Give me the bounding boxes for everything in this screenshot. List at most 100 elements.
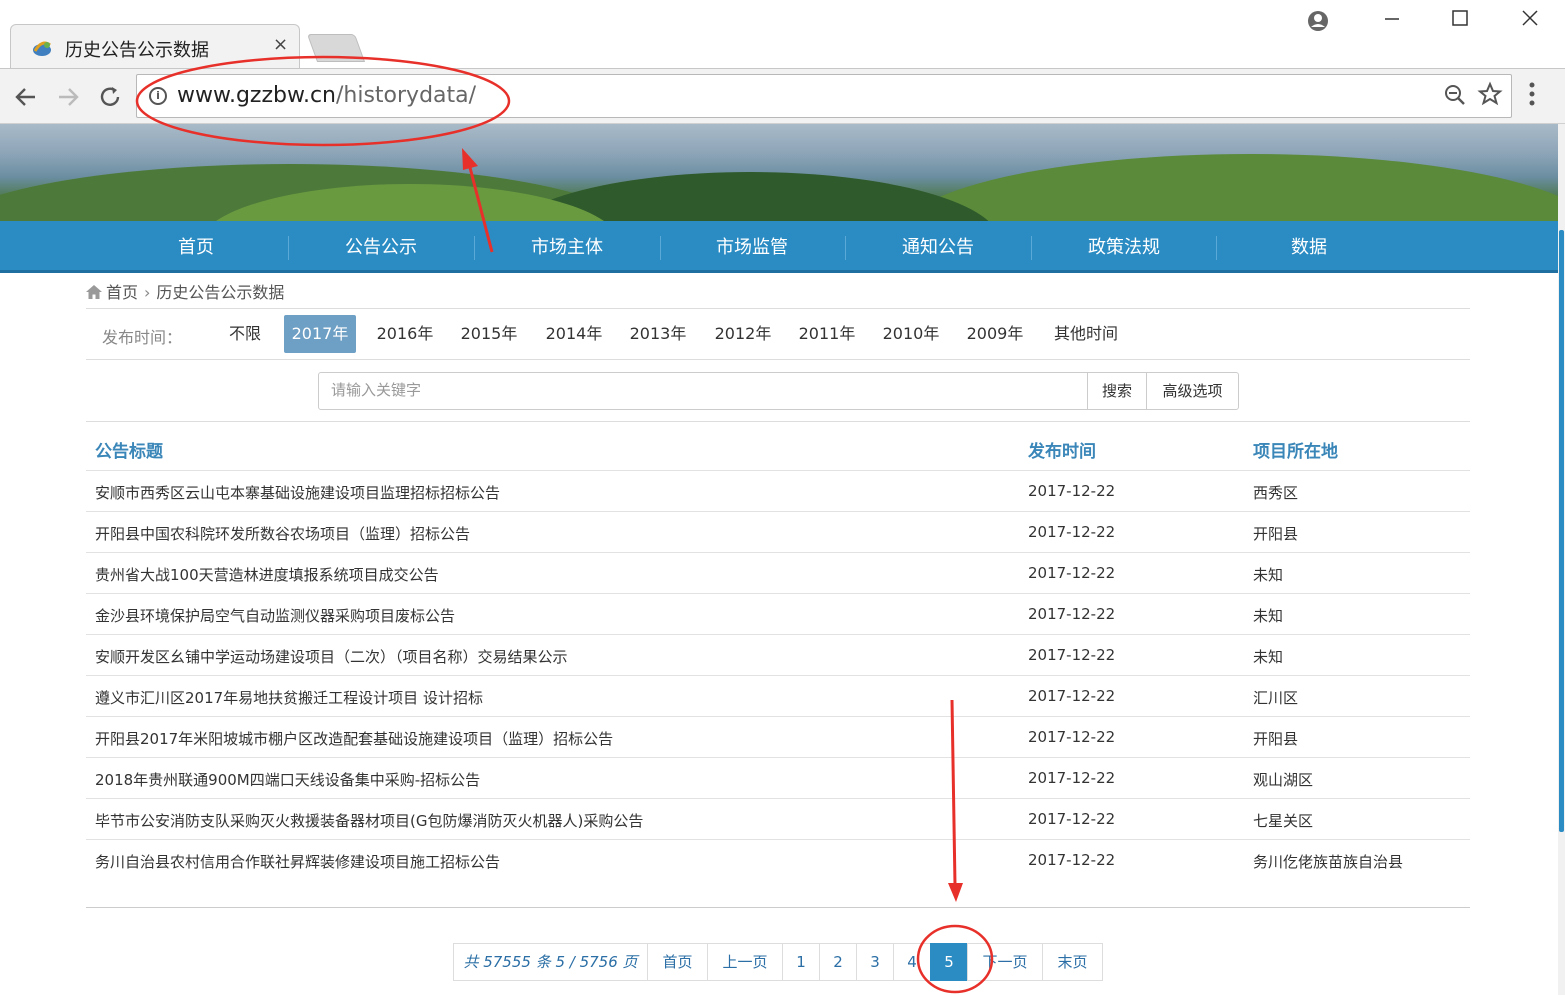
pagination-next[interactable]: 下一页	[967, 943, 1043, 981]
browser-tab-strip: 历史公告公示数据 ×	[0, 0, 1565, 68]
row-title-link[interactable]: 2018年贵州联通900M四端口天线设备集中采购-招标公告	[95, 769, 480, 790]
row-title-link[interactable]: 安顺开发区幺铺中学运动场建设项目（二次）（项目名称）交易结果公示	[95, 646, 568, 667]
year-filter-2009[interactable]: 2009年	[962, 315, 1028, 353]
table-row: 开阳县中国农科院环发所数谷农场项目（监理）招标公告 2017-12-22 开阳县	[86, 511, 1470, 552]
breadcrumb-current: 历史公告公示数据	[156, 283, 285, 302]
row-title-link[interactable]: 开阳县中国农科院环发所数谷农场项目（监理）招标公告	[95, 523, 470, 544]
row-location: 观山湖区	[1253, 771, 1314, 789]
pagination-first[interactable]: 首页	[647, 943, 708, 981]
address-bar[interactable]: i www.gzzbw.cn/historydata/	[136, 74, 1512, 118]
pagination-info: 共 57555 条 5 / 5756 页	[453, 943, 648, 981]
row-location: 开阳县	[1253, 525, 1299, 543]
maximize-icon[interactable]	[1440, 6, 1480, 36]
url-text[interactable]: www.gzzbw.cn/historydata/	[177, 83, 476, 108]
table-row: 毕节市公安消防支队采购灭火救援装备器材项目(G包防爆消防灭火机器人)采购公告 2…	[86, 798, 1470, 839]
row-title-link[interactable]: 务川自治县农村信用合作联社昇辉装修建设项目施工招标公告	[95, 851, 500, 872]
row-title-link[interactable]: 贵州省大战100天营造林进度填报系统项目成交公告	[95, 564, 439, 585]
column-header-location[interactable]: 项目所在地	[1253, 437, 1338, 462]
scrollbar-thumb[interactable]	[1559, 230, 1564, 832]
nav-item-notices[interactable]: 通知公告	[845, 221, 1031, 273]
divider	[86, 421, 1470, 422]
filter-label: 发布时间：	[102, 328, 183, 347]
breadcrumb-home-link[interactable]: 首页	[106, 283, 138, 302]
nav-item-market-supervision[interactable]: 市场监管	[659, 221, 845, 273]
table-row: 开阳县2017年米阳坡城市棚户区改造配套基础设施建设项目（监理）招标公告 201…	[86, 716, 1470, 757]
column-header-date[interactable]: 发布时间	[1028, 437, 1096, 462]
page-content: 首页 公告公示 市场主体 市场监管 通知公告 政策法规 数据 首页 › 历史公告公示…	[0, 124, 1565, 995]
pagination-page-3[interactable]: 3	[856, 943, 894, 981]
breadcrumb: 首页 › 历史公告公示数据	[86, 279, 284, 303]
year-filter-all[interactable]: 不限	[222, 315, 268, 353]
reload-icon[interactable]	[92, 79, 128, 115]
column-header-title[interactable]: 公告标题	[95, 437, 163, 462]
row-date: 2017-12-22	[1028, 523, 1116, 541]
account-icon[interactable]	[1298, 6, 1338, 36]
row-date: 2017-12-22	[1028, 728, 1116, 746]
row-date: 2017-12-22	[1028, 687, 1116, 705]
row-location: 未知	[1253, 607, 1284, 625]
advanced-options-button[interactable]: 高级选项	[1146, 372, 1239, 410]
pagination-page-2[interactable]: 2	[819, 943, 857, 981]
row-location: 未知	[1253, 566, 1284, 584]
pagination-last[interactable]: 末页	[1042, 943, 1103, 981]
divider	[86, 308, 1470, 309]
table-row: 安顺市西秀区云山屯本寨基础设施建设项目监理招标招标公告 2017-12-22 西…	[86, 470, 1470, 511]
nav-item-market-entities[interactable]: 市场主体	[474, 221, 660, 273]
row-title-link[interactable]: 安顺市西秀区云山屯本寨基础设施建设项目监理招标招标公告	[95, 482, 500, 503]
table-row: 安顺开发区幺铺中学运动场建设项目（二次）（项目名称）交易结果公示 2017-12…	[86, 634, 1470, 675]
year-filter-2014[interactable]: 2014年	[541, 315, 607, 353]
back-icon[interactable]	[8, 79, 44, 115]
year-filter-2010[interactable]: 2010年	[878, 315, 944, 353]
table-row: 贵州省大战100天营造林进度填报系统项目成交公告 2017-12-22 未知	[86, 552, 1470, 593]
nav-item-announcements[interactable]: 公告公示	[288, 221, 474, 273]
forward-icon[interactable]	[50, 79, 86, 115]
pagination-page-5[interactable]: 5	[930, 943, 968, 981]
main-nav: 首页 公告公示 市场主体 市场监管 通知公告 政策法规 数据	[0, 221, 1558, 273]
nav-item-home[interactable]: 首页	[103, 221, 289, 273]
nav-item-data[interactable]: 数据	[1216, 221, 1402, 273]
nav-item-policies[interactable]: 政策法规	[1031, 221, 1217, 273]
table-row: 2018年贵州联通900M四端口天线设备集中采购-招标公告 2017-12-22…	[86, 757, 1470, 798]
year-filter-other[interactable]: 其他时间	[1050, 315, 1122, 353]
menu-icon[interactable]	[1528, 81, 1536, 113]
browser-tab[interactable]: 历史公告公示数据 ×	[10, 24, 300, 68]
pagination-page-4[interactable]: 4	[893, 943, 931, 981]
tab-title: 历史公告公示数据	[65, 40, 209, 61]
row-title-link[interactable]: 金沙县环境保护局空气自动监测仪器采购项目废标公告	[95, 605, 455, 626]
row-location: 汇川区	[1253, 689, 1299, 707]
row-title-link[interactable]: 毕节市公安消防支队采购灭火救援装备器材项目(G包防爆消防灭火机器人)采购公告	[95, 810, 643, 831]
row-date: 2017-12-22	[1028, 646, 1116, 664]
site-favicon-icon	[33, 41, 51, 56]
close-icon[interactable]	[1510, 6, 1550, 36]
row-location: 西秀区	[1253, 484, 1299, 502]
search-button[interactable]: 搜索	[1087, 372, 1147, 410]
row-date: 2017-12-22	[1028, 564, 1116, 582]
browser-toolbar: i www.gzzbw.cn/historydata/	[0, 68, 1565, 124]
zoom-icon[interactable]	[1443, 83, 1467, 113]
home-icon	[86, 285, 102, 299]
info-icon[interactable]: i	[149, 87, 167, 105]
divider	[86, 907, 1470, 908]
search-input[interactable]: 请输入关键字	[318, 372, 1088, 410]
year-filter-2013[interactable]: 2013年	[625, 315, 691, 353]
divider	[86, 359, 1470, 360]
row-date: 2017-12-22	[1028, 605, 1116, 623]
minimize-icon[interactable]	[1372, 6, 1412, 36]
year-filter-2017[interactable]: 2017年	[284, 315, 356, 353]
row-location: 七星关区	[1253, 812, 1314, 830]
year-filter-2016[interactable]: 2016年	[372, 315, 438, 353]
row-title-link[interactable]: 开阳县2017年米阳坡城市棚户区改造配套基础设施建设项目（监理）招标公告	[95, 728, 613, 749]
pagination-prev[interactable]: 上一页	[707, 943, 783, 981]
year-filter-2011[interactable]: 2011年	[794, 315, 860, 353]
table-row: 金沙县环境保护局空气自动监测仪器采购项目废标公告 2017-12-22 未知	[86, 593, 1470, 634]
year-filter-2015[interactable]: 2015年	[456, 315, 522, 353]
new-tab-button[interactable]	[306, 34, 366, 62]
year-filter-2012[interactable]: 2012年	[710, 315, 776, 353]
star-icon[interactable]	[1477, 81, 1503, 113]
pagination-page-1[interactable]: 1	[782, 943, 820, 981]
row-title-link[interactable]: 遵义市汇川区2017年易地扶贫搬迁工程设计项目 设计招标	[95, 687, 483, 708]
row-location: 务川仡佬族苗族自治县	[1253, 853, 1404, 871]
row-date: 2017-12-22	[1028, 851, 1116, 869]
row-location: 开阳县	[1253, 730, 1299, 748]
tab-close-icon[interactable]: ×	[273, 34, 288, 55]
